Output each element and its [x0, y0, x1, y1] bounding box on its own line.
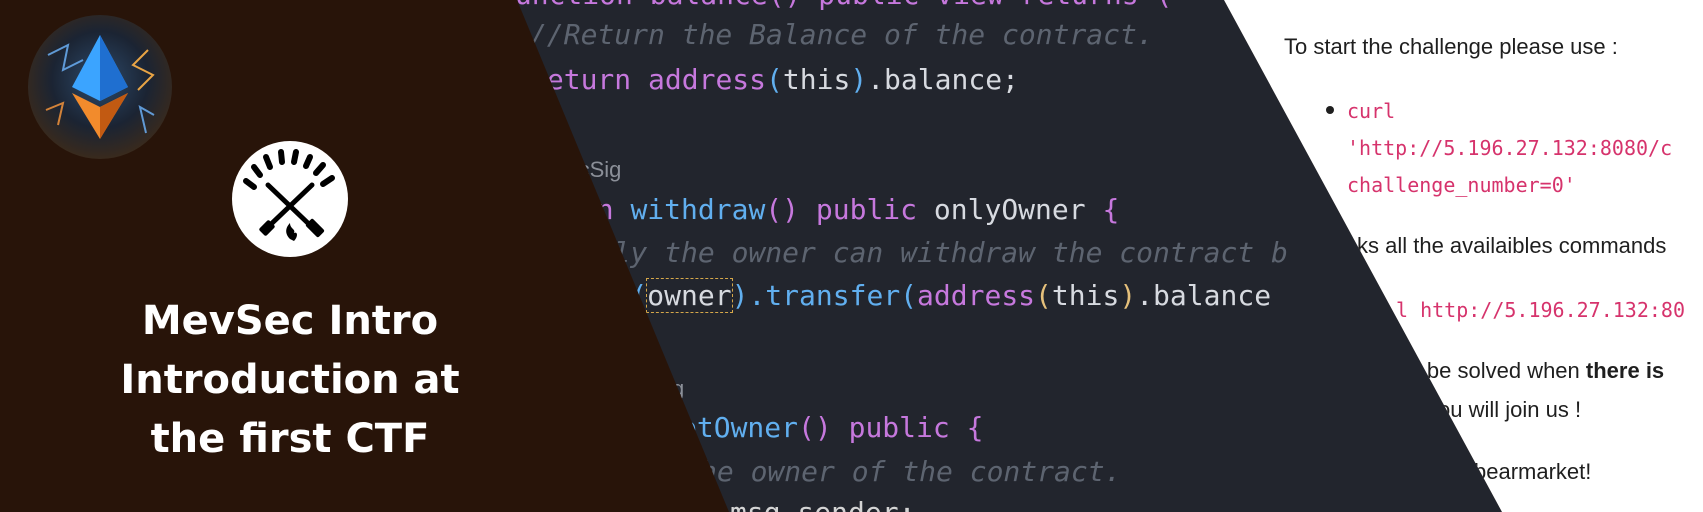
title-line-1: MevSec Intro [141, 298, 439, 344]
code-line-return: return address(this).balance; [530, 63, 1019, 96]
code-onlyowner-modifier: onlyOwner [933, 193, 1086, 226]
mevsec-logo-icon [232, 141, 348, 257]
code-address-call-2: address [917, 279, 1036, 312]
code-line-msg-sender: msg.sender; [730, 496, 915, 512]
doc-solved-bold: there is [1585, 358, 1665, 383]
list-bullet [1326, 106, 1334, 114]
code-owner-highlight[interactable]: owner [646, 278, 733, 313]
code-open-brace: { [1102, 193, 1120, 226]
code-comment-return-balance: //Return the Balance of the contract. [530, 18, 1154, 51]
code-function-signature: function balance() public view returns ( [517, 0, 1172, 11]
code-hint-funcsig: funcSig [548, 157, 622, 182]
code-public-keyword: public [815, 193, 918, 226]
code-comment-owner-of-contract: he owner of the contract. [700, 455, 1122, 488]
doc-curl-url[interactable]: 'http://5.196.27.132:8080/c [1347, 136, 1672, 160]
title-line-3: the first CTF [150, 416, 430, 462]
code-this-keyword: this [782, 63, 851, 96]
title-line-2: Introduction at [120, 357, 460, 403]
code-address-call: address [648, 63, 767, 96]
code-hint-fragment: g [672, 376, 685, 401]
code-transfer-call: .transfer [748, 279, 901, 312]
doc-curl-command: curl [1347, 99, 1396, 123]
code-this-keyword-2: this [1051, 279, 1120, 312]
code-setowner-name: etOwner [680, 411, 799, 444]
doc-intro-text: To start the challenge please use : [1284, 34, 1618, 59]
code-open-brace-2: { [966, 411, 984, 444]
code-withdraw-name: withdraw [630, 193, 766, 226]
doc-solved-plain: ll be solved when [1411, 358, 1580, 383]
doc-curl-param: challenge_number=0' [1347, 173, 1576, 197]
code-line-transfer: able(owner).transfer(address(this).balan… [563, 278, 1272, 313]
ethereum-avatar-icon [28, 15, 172, 159]
doc-join-text: ou will join us ! [1438, 397, 1582, 422]
code-line-setowner: etOwner() public { [680, 411, 984, 444]
code-line-withdraw: ion withdraw() public onlyOwner { [563, 193, 1119, 226]
code-comment-only-owner: /Only the owner can withdraw the contrac… [563, 236, 1288, 269]
code-return-keyword: return [530, 63, 632, 96]
doc-solved-text: ll be solved when there is [1411, 358, 1664, 384]
code-public-keyword-2: public [848, 411, 950, 444]
doc-checks-text: cks all the availaibles commands [1346, 233, 1667, 258]
doc-url-2[interactable]: l http://5.196.27.132:80 [1396, 298, 1685, 322]
banner: function balance() public view returns (… [0, 0, 1703, 512]
doc-bearmarket-text: bearmarket! [1474, 459, 1592, 484]
code-balance-access: .balance; [867, 63, 1019, 96]
code-balance-access-2: .balance [1136, 279, 1272, 312]
code-payable-call: able [563, 279, 631, 312]
code-function-keyword: ion [563, 193, 614, 226]
code-line-function-balance: function balance() public view returns ( [517, 0, 1172, 11]
page-title: MevSec Intro Introduction at the first C… [80, 292, 500, 469]
code-parens: () [765, 193, 800, 226]
